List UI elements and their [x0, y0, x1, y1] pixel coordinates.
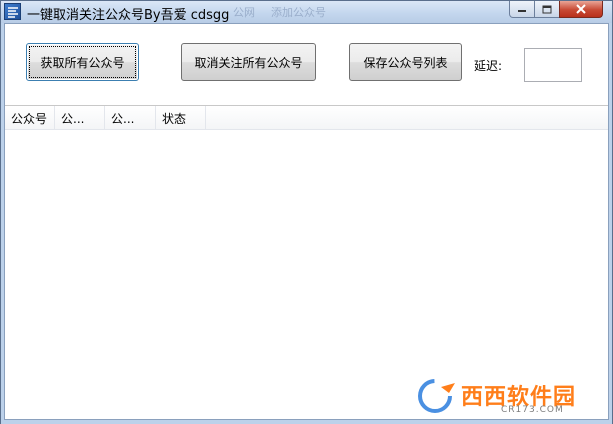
window-title: 一键取消关注公众号By吾爱 cdsgg	[27, 8, 230, 23]
site-watermark: 西西软件园 CR173.COM	[415, 377, 600, 415]
unfollow-all-button[interactable]: 取消关注所有公众号	[181, 43, 316, 81]
column-header-status[interactable]: 状态	[156, 106, 206, 130]
list-header: 公众号 公... 公... 状态	[5, 106, 608, 130]
main-window: 一键取消关注公众号By吾爱 cdsgg 公网 添加公众号 获取所有公众号 取消关…	[0, 0, 613, 424]
minimize-button[interactable]	[509, 1, 535, 18]
window-bottom-border	[1, 420, 612, 424]
maximize-button[interactable]	[534, 1, 560, 18]
column-header-account[interactable]: 公众号	[5, 106, 55, 130]
maximize-icon	[542, 5, 552, 13]
title-bar[interactable]: 一键取消关注公众号By吾爱 cdsgg 公网 添加公众号	[1, 1, 612, 23]
delay-input[interactable]	[524, 48, 582, 82]
column-header-account-info[interactable]: 公...	[105, 106, 156, 130]
close-icon	[576, 4, 586, 14]
account-list[interactable]: 公众号 公... 公... 状态	[5, 105, 608, 419]
watermark-logo-icon	[416, 377, 455, 415]
background-tab-ghost: 公网	[233, 6, 255, 19]
close-button[interactable]	[559, 1, 603, 18]
background-tab-ghost: 添加公众号	[271, 6, 326, 19]
watermark-site: CR173.COM	[501, 405, 564, 415]
app-icon[interactable]	[4, 3, 21, 20]
column-header-filler	[206, 106, 608, 130]
column-header-account-id[interactable]: 公...	[55, 106, 105, 130]
client-area: 获取所有公众号 取消关注所有公众号 保存公众号列表 延迟: 公众号 公... 公…	[4, 23, 609, 420]
delay-label: 延迟:	[474, 59, 503, 73]
minimize-icon	[518, 10, 526, 12]
save-list-button[interactable]: 保存公众号列表	[349, 43, 462, 81]
fetch-all-button[interactable]: 获取所有公众号	[26, 43, 139, 81]
